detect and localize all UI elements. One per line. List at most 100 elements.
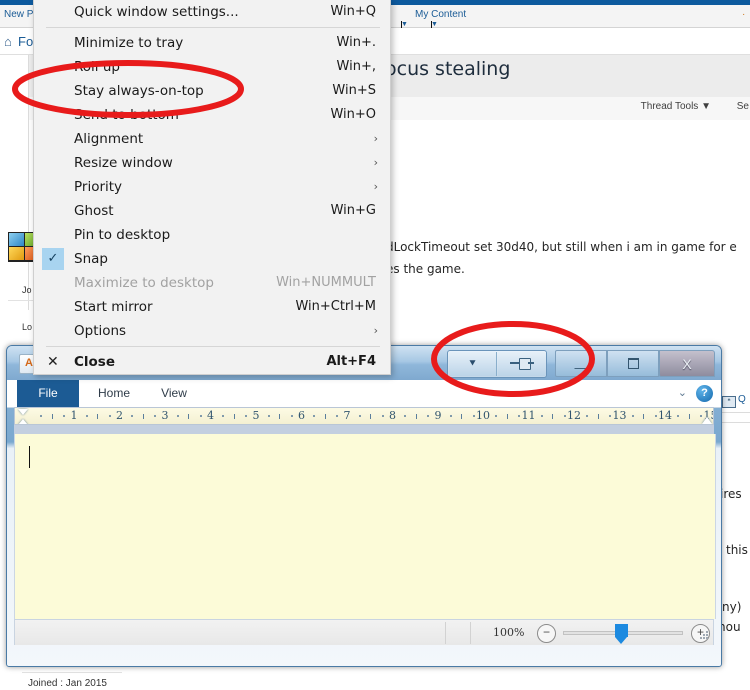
help-button[interactable]: ?: [696, 385, 713, 402]
nav-my-content[interactable]: My Content ▼: [415, 9, 467, 43]
tab-home[interactable]: Home: [89, 380, 139, 407]
ruler-dot: [677, 415, 680, 417]
check-icon: ✓: [42, 248, 64, 270]
ruler-tick: [415, 414, 417, 419]
menu-item-options[interactable]: Options ›: [34, 319, 390, 343]
menu-separator: [46, 346, 380, 347]
post-fragment: this: [726, 543, 748, 557]
ruler-tick: [461, 414, 463, 419]
roll-up-button[interactable]: ⯆: [449, 352, 497, 376]
menu-item-resize-window[interactable]: Resize window ›: [34, 151, 390, 175]
menu-item-label: Options: [74, 323, 127, 339]
thread-title: ocus stealing: [385, 58, 511, 80]
ruler-dot: [518, 415, 521, 417]
post-fragment: ires: [720, 487, 742, 501]
ruler-number: 9: [434, 409, 442, 422]
ruler-tick: [506, 414, 508, 419]
menu-item-close[interactable]: ✕ Close Alt+F4: [34, 350, 390, 374]
menu-item-label: Maximize to desktop: [74, 275, 214, 291]
ruler-dot: [631, 415, 634, 417]
chevron-right-icon: ›: [373, 324, 378, 337]
right-indent-marker[interactable]: [702, 417, 712, 424]
menu-item-label: Close: [74, 354, 116, 370]
ruler-number: 4: [207, 409, 214, 422]
home-icon[interactable]: ⌂: [4, 34, 12, 49]
ruler[interactable]: 123456789101112131415: [14, 407, 714, 425]
zoom-out-button[interactable]: −: [537, 624, 556, 643]
pin-to-desktop-button[interactable]: [498, 352, 546, 376]
ruler-tick: [188, 414, 190, 419]
screenshot-root: New Po s▼ My Content▼ · ⌂ Foru ocus stea…: [0, 0, 750, 690]
close-button[interactable]: X: [659, 350, 715, 377]
maximize-button[interactable]: [607, 350, 659, 377]
ruler-dot: [108, 415, 111, 417]
thread-search-menu[interactable]: Se: [737, 101, 749, 112]
avatar-quadrant: [9, 247, 24, 260]
thread-tools-menu[interactable]: Thread Tools ▼: [641, 101, 711, 112]
menu-item-pin-to-desktop[interactable]: Pin to desktop: [34, 223, 390, 247]
quote-icon: ❝: [722, 396, 736, 408]
right-column-post: [718, 390, 750, 690]
menu-item-send-to-bottom[interactable]: Send to bottom Win+O: [34, 103, 390, 127]
ruler-tick: [370, 414, 372, 419]
menu-item-snap[interactable]: ✓ Snap: [34, 247, 390, 271]
minimize-button[interactable]: —: [555, 350, 607, 377]
nav-edge-marker: ·: [742, 9, 746, 20]
menu-item-ghost[interactable]: Ghost Win+G: [34, 199, 390, 223]
ruler-dot: [154, 415, 157, 417]
menu-separator: [46, 27, 380, 28]
ruler-number: 14: [658, 409, 672, 422]
ruler-dot: [381, 415, 384, 417]
document-canvas[interactable]: [14, 434, 716, 619]
menu-item-shortcut: Win+.: [336, 35, 376, 50]
post-text-line-2: es the game.: [386, 262, 465, 276]
close-x-icon: ✕: [47, 354, 59, 370]
ruler-number: 6: [298, 409, 305, 422]
chevron-down-icon[interactable]: ⌄: [678, 386, 687, 399]
menu-item-shortcut: Win+S: [332, 83, 376, 98]
menu-item-shortcut: Win+G: [330, 203, 376, 218]
menu-item-stay-always-on-top[interactable]: Stay always-on-top Win+S: [34, 79, 390, 103]
chevron-right-icon: ›: [373, 132, 378, 145]
ruler-tick: [643, 414, 645, 419]
menu-item-alignment[interactable]: Alignment ›: [34, 127, 390, 151]
wordpad-window[interactable]: A ↰ ↱ ▼ Document - WordPad ⯆ — X File: [6, 345, 722, 667]
ruler-dot: [131, 415, 134, 417]
tab-file[interactable]: File: [17, 380, 79, 407]
window-addon-button-group: ⯆: [447, 350, 547, 378]
ruler-dot: [222, 415, 225, 417]
menu-item-shortcut: Win+Ctrl+M: [295, 299, 376, 314]
user-location-short: Lo: [22, 322, 33, 332]
menu-item-quick-window-settings[interactable]: Quick window settings... Win+Q: [34, 0, 390, 24]
post-fragment: ny): [722, 600, 742, 614]
ruler-dot: [199, 415, 202, 417]
menu-item-shortcut: Win+NUMMULT: [276, 275, 376, 290]
resize-grip[interactable]: [700, 631, 710, 641]
ruler-tick: [688, 414, 690, 419]
ruler-dot: [245, 415, 248, 417]
avatar-quadrant: [9, 233, 24, 246]
ruler-dot: [427, 415, 430, 417]
chevron-down-icon: ▼: [701, 101, 711, 112]
menu-item-shortcut: Alt+F4: [326, 354, 376, 369]
menu-item-roll-up[interactable]: Roll up Win+,: [34, 55, 390, 79]
status-separator: [445, 622, 446, 644]
menu-item-shortcut: Win+O: [330, 107, 376, 122]
nav-my-content-label: My Content: [415, 9, 467, 20]
ruler-number: 13: [612, 409, 627, 422]
menu-item-maximize-to-desktop: Maximize to desktop Win+NUMMULT: [34, 271, 390, 295]
chevron-right-icon: ›: [373, 156, 378, 169]
ruler-dot: [449, 415, 452, 417]
ruler-number: 12: [567, 409, 581, 422]
menu-item-label: Alignment: [74, 131, 144, 147]
menu-item-minimize-to-tray[interactable]: Minimize to tray Win+.: [34, 31, 390, 55]
ruler-number: 3: [161, 409, 169, 422]
tab-view[interactable]: View: [152, 380, 196, 407]
menu-item-priority[interactable]: Priority ›: [34, 175, 390, 199]
window-manager-context-menu[interactable]: Quick window settings... Win+Q Minimize to…: [33, 0, 391, 375]
indent-marker[interactable]: [16, 408, 28, 424]
zoom-slider-thumb[interactable]: [615, 624, 628, 644]
ruler-dot: [472, 415, 475, 417]
menu-item-start-mirror[interactable]: Start mirror Win+Ctrl+M: [34, 295, 390, 319]
ruler-tick: [233, 414, 235, 419]
